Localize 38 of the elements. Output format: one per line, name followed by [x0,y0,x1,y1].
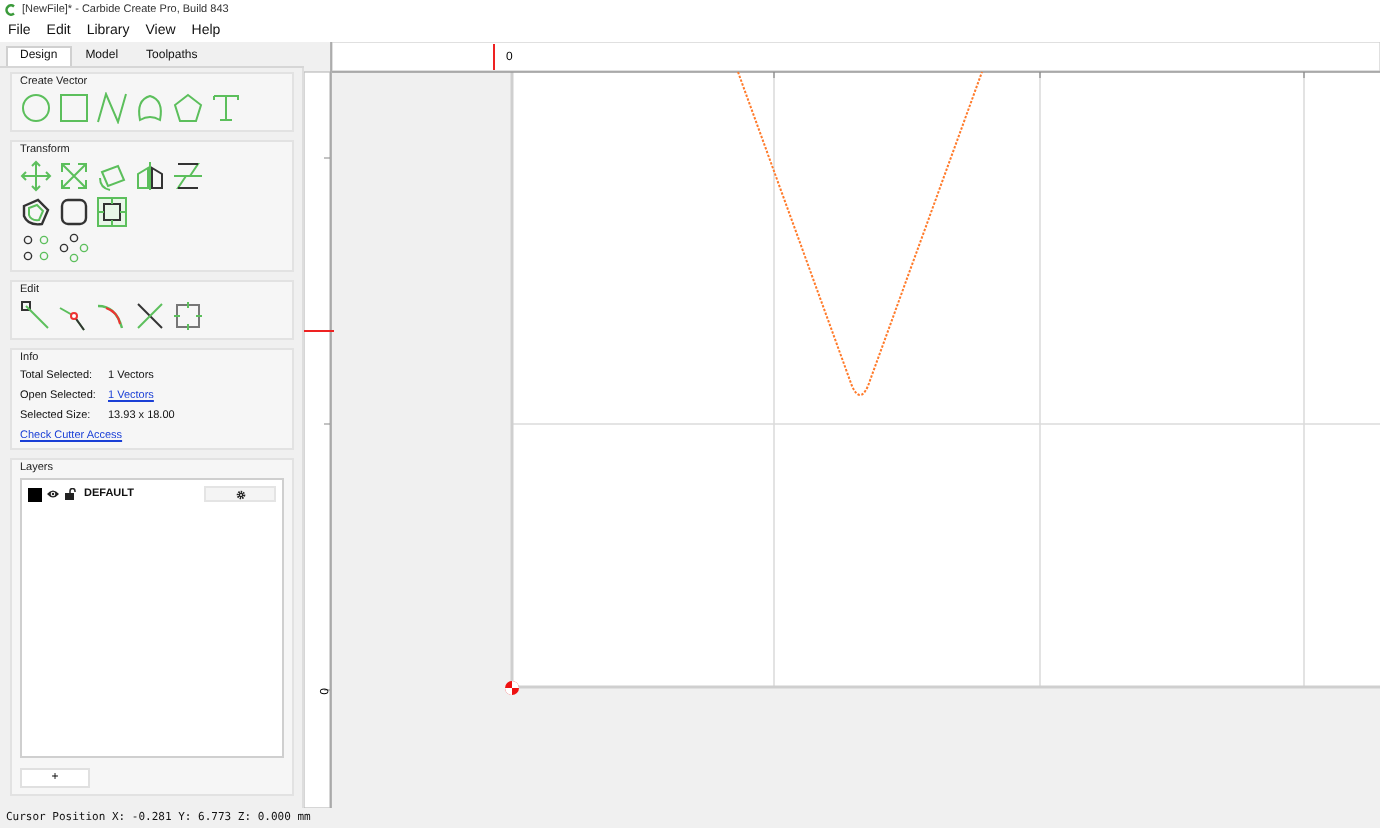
circles-grid-icon [58,232,90,264]
cross-lines-icon [134,300,166,332]
rounded-square-icon [58,196,90,228]
square-icon [58,92,90,124]
origin-marker [505,681,519,695]
cursor-marker [304,330,335,332]
rotate-shape-icon [96,160,128,192]
offset-shape-icon [20,196,52,228]
polyline-icon [96,92,128,124]
eye-icon[interactable] [46,488,60,500]
unlocked-lock-icon[interactable] [64,488,76,500]
tool-button[interactable] [134,300,166,332]
settings-icon [235,489,245,499]
curve-join-icon [96,300,128,332]
mirror-icon [134,160,166,192]
tool-button[interactable] [134,160,166,192]
text-icon [210,92,242,124]
node-square-icon [172,300,204,332]
circle-icon [20,92,52,124]
tool-button[interactable] [20,300,52,332]
scale-arrows-icon [58,160,90,192]
pentagon-icon [172,92,204,124]
tool-button[interactable] [172,160,204,192]
tool-button[interactable] [58,232,90,264]
color-swatch[interactable] [28,487,42,501]
tool-button[interactable] [20,232,52,264]
tool-button[interactable] [20,196,52,228]
cursor-marker [493,43,495,71]
inset-square-icon [96,196,128,228]
tool-button[interactable] [96,196,128,228]
circles-icon [20,232,52,264]
curve-shape-icon [134,92,166,124]
layer-settings-button[interactable] [204,486,276,502]
align-icon [172,160,204,192]
node-arrow-icon [20,300,52,332]
app-logo-icon [4,3,16,15]
tool-button[interactable] [58,196,90,228]
move-arrows-icon [20,160,52,192]
